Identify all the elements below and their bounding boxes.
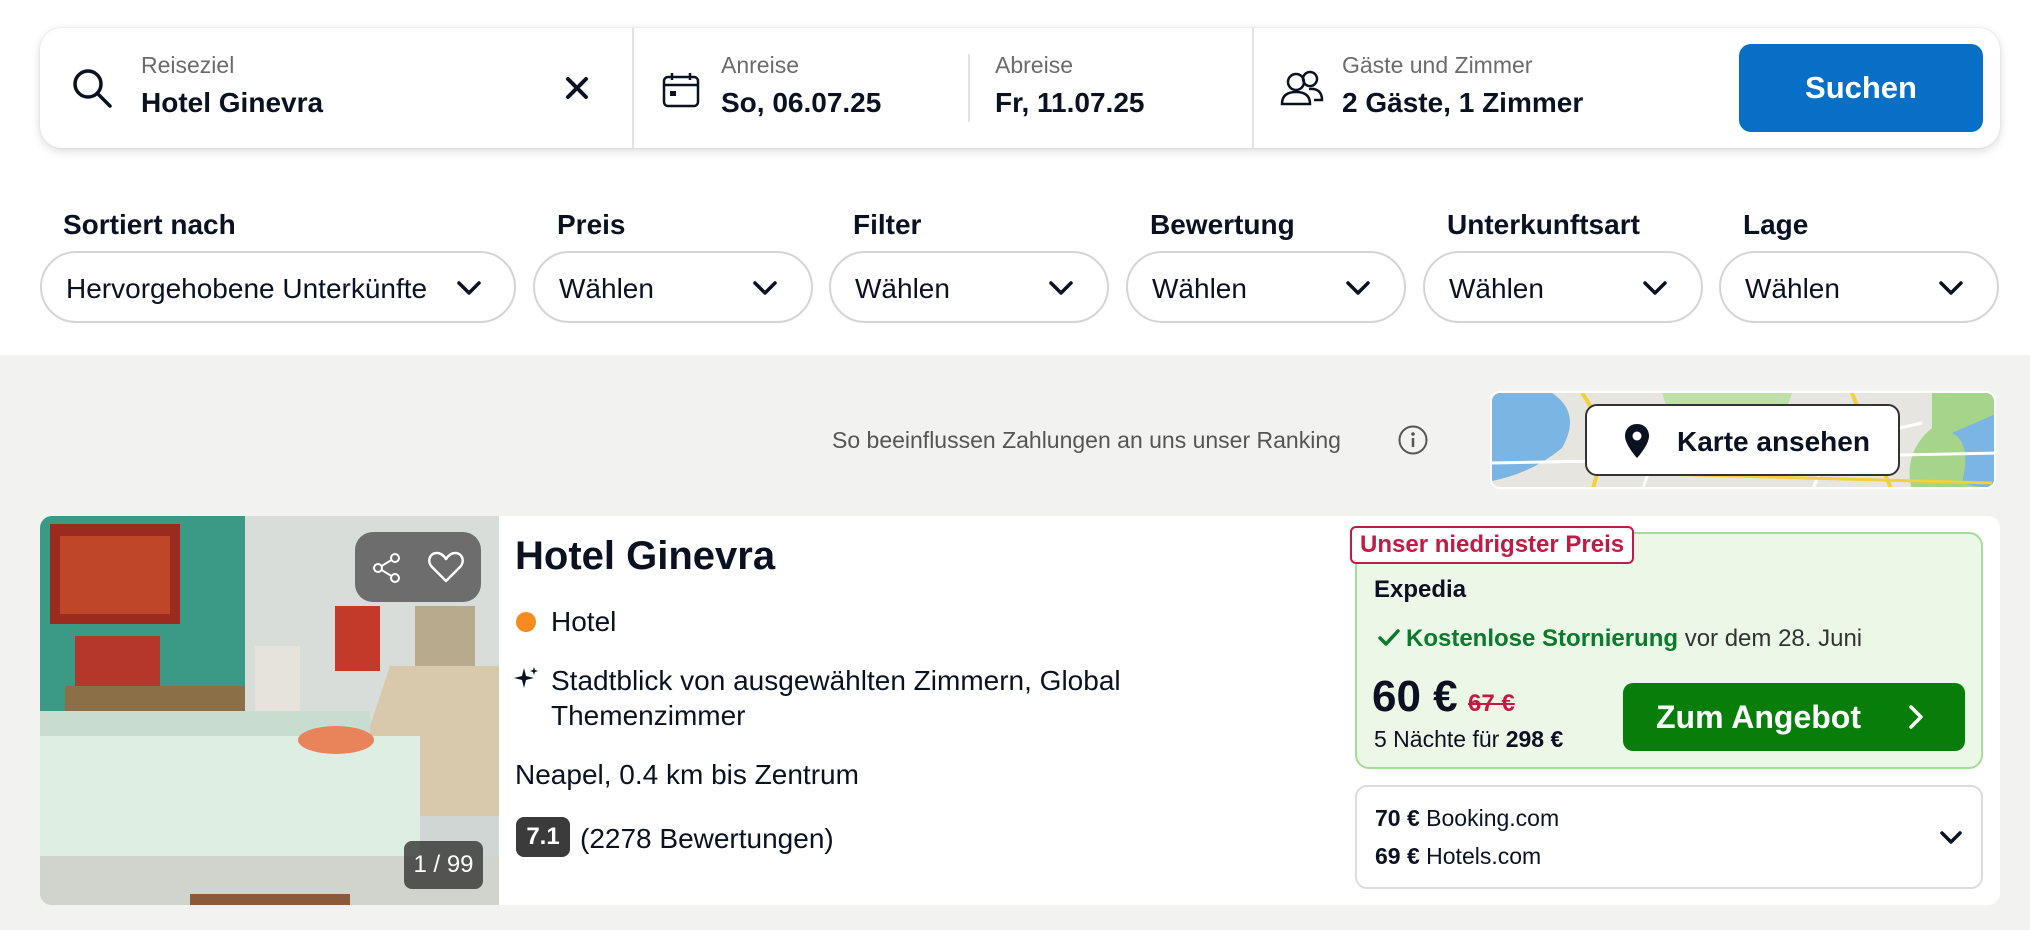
review-count[interactable]: (2278 Bewertungen) [580, 823, 834, 855]
share-icon[interactable] [371, 552, 403, 584]
guests-value: 2 Gäste, 1 Zimmer [1342, 87, 1584, 118]
hotel-feature: Stadtblick von ausgewählten Zimmern, Glo… [551, 665, 1121, 731]
sparkle-icon [514, 667, 538, 688]
offer-provider: Hotels.com [1426, 843, 1542, 869]
destination-field[interactable]: Reiseziel Hotel Ginevra [40, 28, 632, 148]
chevron-down-icon [1643, 281, 1667, 295]
checkin-field[interactable]: Anreise So, 06.07.25 [634, 28, 1008, 148]
view-map-label: Karte ansehen [1677, 426, 1870, 457]
checkin-value: So, 06.07.25 [721, 87, 882, 118]
chevron-down-icon[interactable] [1939, 829, 1963, 847]
offer-price: 69 € [1375, 843, 1420, 869]
dropdown-value: Hervorgehobene Unterkünfte [66, 273, 428, 304]
filter-title-price: Preis [557, 209, 626, 240]
chevron-down-icon [1346, 281, 1370, 295]
filter-dropdown[interactable]: Wählen [829, 251, 1109, 323]
chevron-right-icon [1909, 705, 1923, 729]
deal-provider: Expedia [1374, 576, 1467, 603]
chevron-down-icon [457, 281, 481, 295]
nights-text: 5 Nächte für [1374, 726, 1500, 752]
view-deal-button[interactable]: Zum Angebot [1623, 683, 1965, 751]
offer-provider: Booking.com [1426, 805, 1560, 831]
location-dropdown[interactable]: Wählen [1719, 251, 1999, 323]
nights-total: 5 Nächte für 298 € [1374, 726, 1563, 753]
dropdown-value: Wählen [1745, 273, 1840, 304]
checkout-value: Fr, 11.07.25 [995, 87, 1145, 118]
dropdown-value: Wählen [559, 273, 654, 304]
guests-label: Gäste und Zimmer [1342, 52, 1533, 78]
dropdown-value: Wählen [855, 273, 950, 304]
old-price: 67 € [1468, 690, 1515, 717]
destination-value: Hotel Ginevra [141, 87, 324, 118]
guests-field[interactable]: Gäste und Zimmer 2 Gäste, 1 Zimmer [1254, 28, 1724, 148]
search-bar: Reiseziel Hotel Ginevra Anreise So, 06.0… [40, 28, 2000, 148]
rating-dropdown[interactable]: Wählen [1126, 251, 1406, 323]
dropdown-value: Wählen [1449, 273, 1544, 304]
checkin-label: Anreise [721, 52, 799, 78]
chevron-down-icon [1049, 281, 1073, 295]
view-map-button[interactable]: Karte ansehen [1585, 404, 1900, 476]
offer-price: 70 € [1375, 805, 1420, 831]
checkout-label: Abreise [995, 52, 1073, 78]
free-cancellation: Kostenlose Stornierung vor dem 28. Juni [1378, 625, 1862, 653]
filter-title-sort: Sortiert nach [63, 209, 236, 240]
price-dropdown[interactable]: Wählen [533, 251, 813, 323]
sort-dropdown[interactable]: Hervorgehobene Unterkünfte [40, 251, 516, 323]
cancel-bold-text: Kostenlose Stornierung [1406, 625, 1679, 652]
deal-price: 60 € [1372, 672, 1458, 721]
calendar-icon [662, 73, 700, 108]
destination-label: Reiseziel [141, 52, 235, 78]
map-pin-icon [1625, 424, 1649, 458]
checkout-field[interactable]: Abreise Fr, 11.07.25 [970, 28, 1250, 148]
hotel-location: Neapel, 0.4 km bis Zentrum [515, 759, 859, 790]
hotel-type: Hotel [551, 606, 617, 637]
hotel-name[interactable]: Hotel Ginevra [515, 534, 775, 579]
filter-title-property-type: Unterkunftsart [1447, 209, 1640, 240]
search-icon [73, 69, 112, 108]
filter-title-location: Lage [1743, 209, 1809, 240]
photo-counter: 1 / 99 [404, 841, 483, 889]
users-icon [1280, 70, 1324, 106]
info-icon[interactable] [1397, 424, 1429, 456]
hotel-type-dot [516, 612, 536, 632]
lowest-price-badge: Unser niedrigster Preis [1350, 526, 1635, 564]
ranking-note[interactable]: So beeinflussen Zahlungen an uns unser R… [832, 427, 1341, 454]
chevron-down-icon [1939, 281, 1963, 295]
offer-row: 69 € Hotels.com [1375, 843, 1541, 870]
hotel-card[interactable]: 1 / 99 Hotel Ginevra Hotel Stadtblick vo… [40, 516, 2000, 905]
other-offers[interactable]: 70 € Booking.com 69 € Hotels.com [1355, 785, 1983, 889]
photo-actions [355, 532, 481, 602]
filter-title-rating: Bewertung [1150, 209, 1295, 240]
view-deal-label: Zum Angebot [1656, 699, 1861, 735]
search-button[interactable]: Suchen [1739, 44, 1983, 132]
close-icon[interactable] [565, 76, 589, 100]
heart-icon[interactable] [427, 550, 465, 584]
property-type-dropdown[interactable]: Wählen [1423, 251, 1703, 323]
check-icon [1378, 629, 1400, 646]
chevron-down-icon [753, 281, 777, 295]
offer-row: 70 € Booking.com [1375, 805, 1559, 832]
rating-badge: 7.1 [516, 817, 570, 857]
filter-title-filter: Filter [853, 209, 922, 240]
dropdown-value: Wählen [1152, 273, 1247, 304]
hotel-photo[interactable]: 1 / 99 [40, 516, 499, 905]
cancel-deadline: vor dem 28. Juni [1684, 625, 1863, 652]
total-price: 298 € [1505, 726, 1564, 752]
